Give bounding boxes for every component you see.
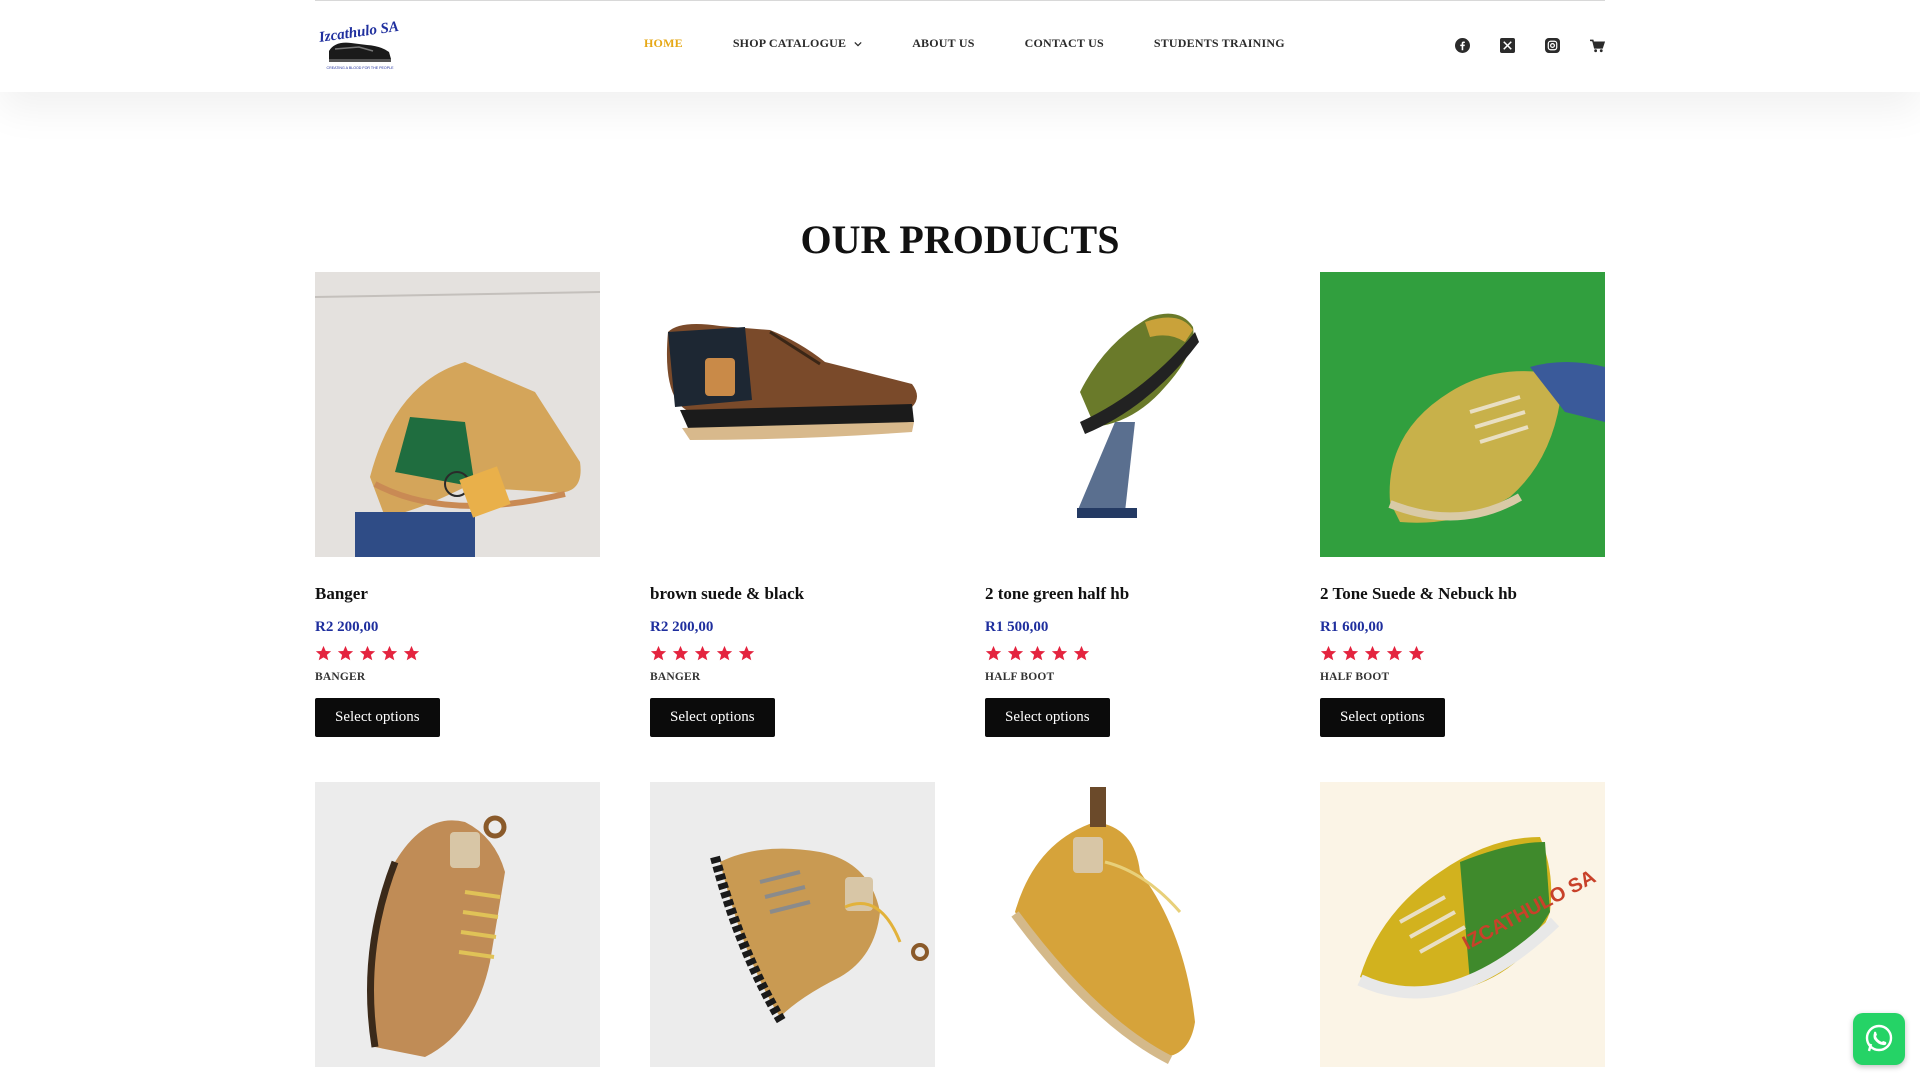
product-price: R1 500,00 bbox=[985, 619, 1049, 635]
nav-students-training[interactable]: STUDENTS TRAINING bbox=[1154, 36, 1285, 51]
product-card: Banger R2 200,00 BANGER Select options bbox=[315, 272, 600, 737]
star-icon bbox=[381, 645, 398, 661]
nav-home[interactable]: HOME bbox=[644, 36, 683, 51]
select-options-button[interactable]: Select options bbox=[650, 698, 775, 737]
social-links bbox=[1454, 37, 1606, 54]
star-icon bbox=[672, 645, 689, 661]
product-image[interactable] bbox=[315, 782, 600, 1067]
star-icon bbox=[1364, 645, 1381, 661]
instagram-icon[interactable] bbox=[1544, 37, 1561, 54]
logo-wordmark: Izcathulo SA bbox=[317, 19, 400, 46]
product-category[interactable]: HALF BOOT bbox=[985, 671, 1270, 686]
product-rating bbox=[1320, 645, 1605, 663]
product-image[interactable] bbox=[315, 272, 600, 557]
nav-shop-catalogue[interactable]: SHOP CATALOGUE bbox=[733, 36, 862, 51]
star-icon bbox=[694, 645, 711, 661]
product-image[interactable] bbox=[650, 272, 935, 557]
nav-about-us[interactable]: ABOUT US bbox=[912, 36, 974, 51]
star-icon bbox=[1051, 645, 1068, 661]
product-rating bbox=[985, 645, 1270, 663]
cart-icon[interactable] bbox=[1589, 37, 1606, 54]
product-card: 2 Tone Suede & Nebuck hb R1 600,00 HALF … bbox=[1320, 272, 1605, 737]
product-name[interactable]: 2 tone green half hb bbox=[985, 584, 1270, 606]
select-options-button[interactable]: Select options bbox=[315, 698, 440, 737]
product-name[interactable]: brown suede & black bbox=[650, 584, 935, 606]
product-price: R2 200,00 bbox=[650, 619, 714, 635]
product-price: R1 600,00 bbox=[1320, 619, 1384, 635]
star-icon bbox=[650, 645, 667, 661]
star-icon bbox=[403, 645, 420, 661]
star-icon bbox=[1029, 645, 1046, 661]
product-card bbox=[985, 782, 1270, 1067]
star-icon bbox=[1342, 645, 1359, 661]
product-category[interactable]: BANGER bbox=[650, 671, 935, 686]
star-icon bbox=[1408, 645, 1425, 661]
x-twitter-icon[interactable] bbox=[1499, 37, 1516, 54]
product-name[interactable]: 2 Tone Suede & Nebuck hb bbox=[1320, 584, 1605, 606]
product-category[interactable]: BANGER bbox=[315, 671, 600, 686]
product-category[interactable]: HALF BOOT bbox=[1320, 671, 1605, 686]
product-image[interactable] bbox=[985, 272, 1270, 557]
star-icon bbox=[315, 645, 332, 661]
product-image[interactable] bbox=[650, 782, 935, 1067]
whatsapp-icon bbox=[1865, 1024, 1893, 1052]
product-image[interactable]: IZCATHULO SA bbox=[1320, 782, 1605, 1067]
section-title: OUR PRODUCTS bbox=[800, 217, 1120, 262]
whatsapp-button[interactable] bbox=[1853, 1013, 1905, 1065]
product-price: R2 200,00 bbox=[315, 619, 379, 635]
product-card bbox=[650, 782, 935, 1067]
star-icon bbox=[359, 645, 376, 661]
product-image[interactable] bbox=[985, 782, 1270, 1067]
header-top-border bbox=[315, 0, 1605, 1]
select-options-button[interactable]: Select options bbox=[1320, 698, 1445, 737]
star-icon bbox=[1320, 645, 1337, 661]
star-icon bbox=[1386, 645, 1403, 661]
product-image[interactable] bbox=[1320, 272, 1605, 557]
product-name[interactable]: Banger bbox=[315, 584, 600, 606]
product-card: IZCATHULO SA bbox=[1320, 782, 1605, 1067]
product-card bbox=[315, 782, 600, 1067]
star-icon bbox=[985, 645, 1002, 661]
site-logo[interactable]: Izcathulo SA CREATING A BLOOD FOR THE PE… bbox=[315, 15, 405, 73]
product-rating bbox=[315, 645, 600, 663]
product-card: brown suede & black R2 200,00 BANGER Sel… bbox=[650, 272, 935, 737]
product-rating bbox=[650, 645, 935, 663]
star-icon bbox=[1073, 645, 1090, 661]
product-card: 2 tone green half hb R1 500,00 HALF BOOT… bbox=[985, 272, 1270, 737]
facebook-icon[interactable] bbox=[1454, 37, 1471, 54]
chevron-down-icon bbox=[854, 41, 862, 46]
select-options-button[interactable]: Select options bbox=[985, 698, 1110, 737]
star-icon bbox=[738, 645, 755, 661]
site-header: Izcathulo SA CREATING A BLOOD FOR THE PE… bbox=[0, 0, 1920, 92]
nav-contact-us[interactable]: CONTACT US bbox=[1025, 36, 1104, 51]
main-nav: HOME SHOP CATALOGUE ABOUT US CONTACT US … bbox=[644, 36, 1285, 51]
logo-tagline: CREATING A BLOOD FOR THE PEOPLE bbox=[327, 66, 395, 70]
star-icon bbox=[337, 645, 354, 661]
star-icon bbox=[1007, 645, 1024, 661]
star-icon bbox=[716, 645, 733, 661]
